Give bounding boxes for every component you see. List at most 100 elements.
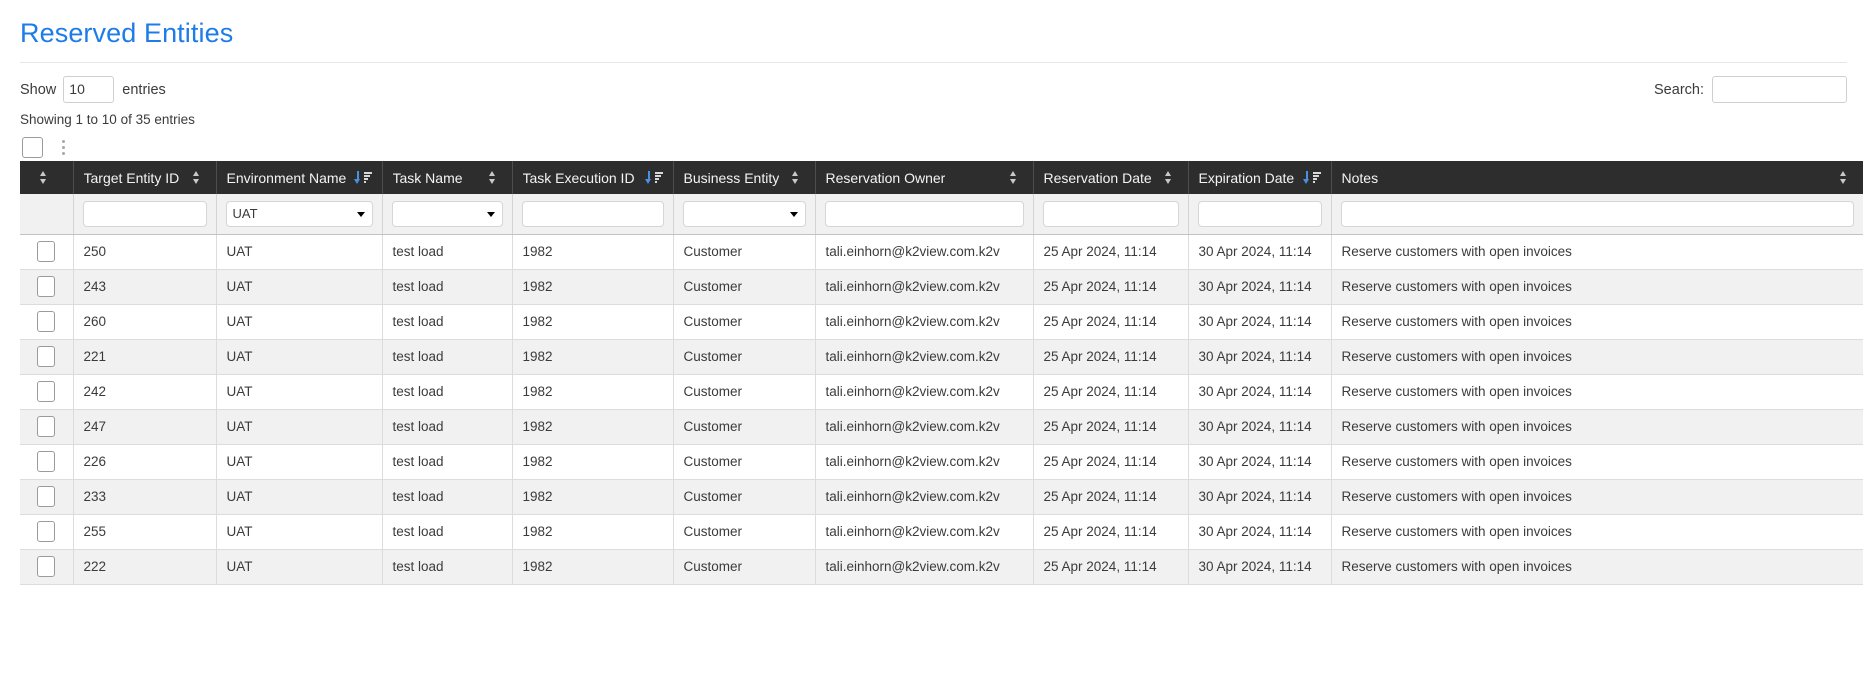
cell-biz_entity: Customer bbox=[673, 269, 816, 305]
cell-owner: tali.einhorn@k2view.com.k2v bbox=[815, 549, 1034, 585]
column-header-entity_id[interactable]: Target Entity ID bbox=[73, 161, 217, 194]
column-header-task_name[interactable]: Task Name bbox=[382, 161, 513, 194]
header-inner: Expiration Date bbox=[1199, 170, 1321, 186]
cell-biz_entity: Customer bbox=[673, 234, 816, 270]
cell-owner: tali.einhorn@k2view.com.k2v bbox=[815, 304, 1034, 340]
filter-select-env_name[interactable]: UAT bbox=[225, 200, 373, 227]
sort-descending-icon[interactable] bbox=[354, 170, 372, 185]
column-header-select[interactable] bbox=[20, 161, 74, 194]
cell-task_exec: 1982 bbox=[512, 304, 674, 340]
cell-biz_entity: Customer bbox=[673, 409, 816, 445]
sort-unsorted-icon[interactable] bbox=[1840, 170, 1853, 185]
filter-select-biz_entity[interactable] bbox=[682, 200, 806, 227]
table-row[interactable]: 226 UAT test load 1982 Customer tali.einhorn@… bbox=[20, 444, 1863, 480]
table-row[interactable]: 247 UAT test load 1982 Customer tali.einhorn@… bbox=[20, 409, 1863, 445]
table-row[interactable]: 250 UAT test load 1982 Customer tali.einhorn@… bbox=[20, 234, 1863, 270]
column-header-task_exec[interactable]: Task Execution ID bbox=[512, 161, 674, 194]
sort-unsorted-icon[interactable] bbox=[192, 170, 206, 185]
row-checkbox[interactable] bbox=[37, 311, 56, 332]
filter-input-res_date[interactable] bbox=[1042, 200, 1179, 227]
column-header-notes[interactable]: Notes bbox=[1331, 161, 1863, 194]
column-header-owner[interactable]: Reservation Owner bbox=[815, 161, 1034, 194]
cell-task_exec: 1982 bbox=[512, 514, 674, 550]
sort-descending-icon[interactable] bbox=[645, 170, 663, 185]
cell-biz_entity: Customer bbox=[673, 444, 816, 480]
sort-descending-icon[interactable] bbox=[1303, 170, 1321, 185]
table-toolbar bbox=[22, 135, 72, 159]
row-checkbox[interactable] bbox=[37, 521, 56, 542]
row-checkbox[interactable] bbox=[37, 486, 56, 507]
sort-bars-icon bbox=[363, 172, 372, 183]
row-checkbox[interactable] bbox=[37, 451, 56, 472]
row-select-cell bbox=[20, 234, 74, 270]
sort-unsorted-icon[interactable] bbox=[1009, 170, 1023, 185]
cell-entity_id: 250 bbox=[73, 234, 217, 270]
page-title: Reserved Entities bbox=[20, 18, 234, 48]
filter-cell-biz_entity bbox=[673, 194, 816, 235]
cell-exp_date: 30 Apr 2024, 11:14 bbox=[1188, 514, 1332, 550]
table-row[interactable]: 221 UAT test load 1982 Customer tali.einhorn@… bbox=[20, 339, 1863, 375]
sort-unsorted-icon[interactable] bbox=[791, 170, 805, 185]
entries-label: entries bbox=[122, 81, 166, 98]
filter-cell-notes bbox=[1331, 194, 1863, 235]
table-row[interactable]: 255 UAT test load 1982 Customer tali.einhorn@… bbox=[20, 514, 1863, 550]
kebab-dot bbox=[61, 145, 65, 149]
cell-exp_date: 30 Apr 2024, 11:14 bbox=[1188, 234, 1332, 270]
cell-entity_id: 242 bbox=[73, 374, 217, 410]
row-checkbox[interactable] bbox=[37, 381, 56, 402]
sort-bar bbox=[654, 172, 663, 174]
sort-bar bbox=[363, 172, 372, 174]
column-header-res_date[interactable]: Reservation Date bbox=[1033, 161, 1189, 194]
filter-cell-task_exec bbox=[512, 194, 674, 235]
sort-unsorted-icon[interactable] bbox=[39, 170, 53, 185]
filter-input-task_exec[interactable] bbox=[521, 200, 664, 227]
cell-task_exec: 1982 bbox=[512, 269, 674, 305]
table-row[interactable]: 222 UAT test load 1982 Customer tali.einhorn@… bbox=[20, 549, 1863, 585]
row-select-cell bbox=[20, 269, 74, 305]
cell-task_exec: 1982 bbox=[512, 339, 674, 375]
sort-unsorted-icon[interactable] bbox=[1164, 170, 1178, 185]
row-checkbox[interactable] bbox=[37, 416, 56, 437]
column-header-exp_date[interactable]: Expiration Date bbox=[1188, 161, 1332, 194]
row-checkbox[interactable] bbox=[37, 276, 56, 297]
sort-unsorted-icon[interactable] bbox=[488, 170, 502, 185]
kebab-menu-icon[interactable] bbox=[54, 136, 72, 158]
table-row[interactable]: 260 UAT test load 1982 Customer tali.einhorn@… bbox=[20, 304, 1863, 340]
cell-notes: Reserve customers with open invoices bbox=[1331, 549, 1863, 585]
column-header-label: Expiration Date bbox=[1198, 169, 1295, 186]
filter-cell-owner bbox=[815, 194, 1034, 235]
column-header-env_name[interactable]: Environment Name bbox=[216, 161, 383, 194]
header-inner: Business Entity bbox=[684, 170, 805, 186]
kebab-dot bbox=[61, 139, 65, 143]
cell-task_name: test load bbox=[382, 479, 513, 515]
cell-owner: tali.einhorn@k2view.com.k2v bbox=[815, 514, 1034, 550]
cell-res_date: 25 Apr 2024, 11:14 bbox=[1033, 374, 1189, 410]
table-scroll-container[interactable]: Target Entity ID Environment Name Task Nam… bbox=[20, 161, 1863, 698]
table-row[interactable]: 233 UAT test load 1982 Customer tali.einhorn@… bbox=[20, 479, 1863, 515]
sort-bars-icon bbox=[654, 172, 663, 183]
table-info: Showing 1 to 10 of 35 entries bbox=[20, 112, 195, 127]
cell-task_name: test load bbox=[382, 269, 513, 305]
table-row[interactable]: 242 UAT test load 1982 Customer tali.einhorn@… bbox=[20, 374, 1863, 410]
row-select-cell bbox=[20, 304, 74, 340]
filter-input-entity_id[interactable] bbox=[82, 200, 207, 227]
cell-task_name: test load bbox=[382, 444, 513, 480]
table-row[interactable]: 243 UAT test load 1982 Customer tali.einhorn@… bbox=[20, 269, 1863, 305]
cell-notes: Reserve customers with open invoices bbox=[1331, 479, 1863, 515]
cell-task_name: test load bbox=[382, 409, 513, 445]
filter-input-exp_date[interactable] bbox=[1197, 200, 1322, 227]
cell-biz_entity: Customer bbox=[673, 514, 816, 550]
filter-select-task_name[interactable] bbox=[391, 200, 503, 227]
row-checkbox[interactable] bbox=[37, 241, 56, 262]
filter-input-notes[interactable] bbox=[1340, 200, 1854, 227]
row-checkbox[interactable] bbox=[37, 346, 56, 367]
select-all-checkbox[interactable] bbox=[22, 136, 43, 158]
filter-cell-env_name: UAT bbox=[216, 194, 383, 235]
row-checkbox[interactable] bbox=[37, 556, 56, 577]
cell-exp_date: 30 Apr 2024, 11:14 bbox=[1188, 479, 1332, 515]
page-length-select[interactable]: 10 bbox=[63, 76, 115, 103]
filter-input-owner[interactable] bbox=[824, 200, 1024, 227]
filter-cell-task_name bbox=[382, 194, 513, 235]
search-input[interactable] bbox=[1712, 76, 1847, 103]
column-header-biz_entity[interactable]: Business Entity bbox=[673, 161, 816, 194]
